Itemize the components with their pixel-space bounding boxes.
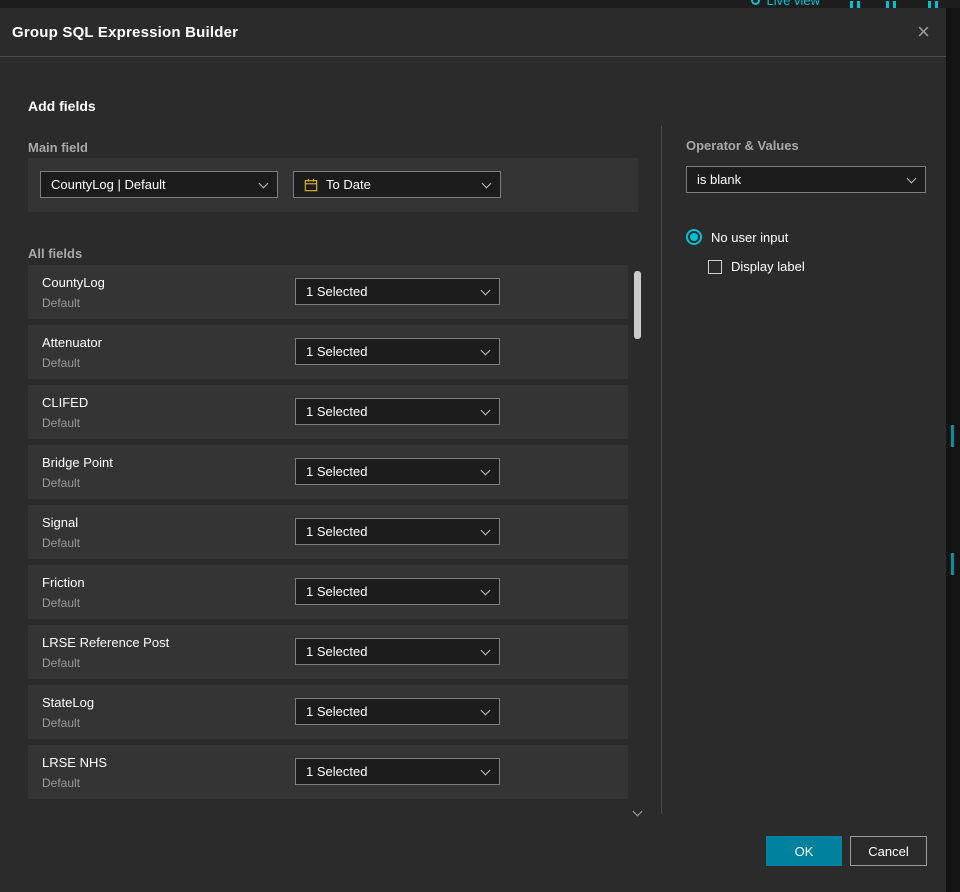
main-field-date-value: To Date — [326, 177, 371, 192]
chevron-down-icon — [480, 705, 491, 715]
radio-selected-icon[interactable] — [686, 229, 702, 245]
chevron-down-icon — [906, 173, 917, 183]
field-row: LRSE NHS Default 1 Selected — [28, 745, 628, 799]
field-row: Signal Default 1 Selected — [28, 505, 628, 559]
main-field-select-value: CountyLog | Default — [51, 177, 166, 192]
column-bars-icon[interactable] — [886, 1, 896, 8]
main-field-select[interactable]: CountyLog | Default — [40, 171, 278, 198]
all-fields-label: All fields — [28, 246, 83, 261]
fields-list-scrollbar[interactable] — [632, 265, 643, 817]
field-selected-value: 1 Selected — [306, 704, 368, 719]
field-row: Bridge Point Default 1 Selected — [28, 445, 628, 499]
field-selected-value: 1 Selected — [306, 284, 368, 299]
field-row: LRSE Reference Post Default 1 Selected — [28, 625, 628, 679]
chevron-down-icon — [258, 178, 269, 188]
scrollbar-thumb[interactable] — [634, 271, 641, 339]
dialog-header: Group SQL Expression Builder × — [0, 8, 946, 57]
field-row: CLIFED Default 1 Selected — [28, 385, 628, 439]
no-user-input-label: No user input — [711, 229, 789, 245]
accent-mark — [951, 425, 954, 447]
live-view-indicator[interactable]: Live view — [750, 0, 820, 8]
field-selected-value: 1 Selected — [306, 764, 368, 779]
no-user-input-option: No user input — [686, 229, 788, 245]
field-selected-value: 1 Selected — [306, 524, 368, 539]
field-selected-dropdown[interactable]: 1 Selected — [295, 638, 500, 665]
field-selected-value: 1 Selected — [306, 404, 368, 419]
chevron-down-icon — [480, 645, 491, 655]
live-view-label: Live view — [766, 0, 820, 8]
field-selected-dropdown[interactable]: 1 Selected — [295, 578, 500, 605]
field-selected-value: 1 Selected — [306, 344, 368, 359]
operator-select[interactable]: is blank — [686, 166, 926, 193]
field-selected-dropdown[interactable]: 1 Selected — [295, 758, 500, 785]
calendar-icon — [304, 178, 318, 192]
display-label-text: Display label — [731, 259, 805, 274]
field-selected-dropdown[interactable]: 1 Selected — [295, 698, 500, 725]
live-dot-icon — [750, 0, 760, 5]
all-fields-list: CountyLog Default 1 Selected Attenuator … — [28, 265, 628, 805]
chevron-down-icon — [480, 345, 491, 355]
chevron-down-icon — [480, 525, 491, 535]
ok-button[interactable]: OK — [766, 836, 842, 866]
main-field-date-select[interactable]: To Date — [293, 171, 501, 198]
field-selected-value: 1 Selected — [306, 584, 368, 599]
close-icon[interactable]: × — [917, 21, 930, 43]
main-field-panel: CountyLog | Default To Date — [28, 158, 638, 212]
dialog-title: Group SQL Expression Builder — [12, 23, 239, 41]
chevron-down-icon — [480, 585, 491, 595]
field-selected-value: 1 Selected — [306, 464, 368, 479]
field-selected-value: 1 Selected — [306, 644, 368, 659]
operator-values-label: Operator & Values — [686, 138, 799, 153]
display-label-option: Display label — [708, 259, 805, 274]
field-selected-dropdown[interactable]: 1 Selected — [295, 338, 500, 365]
field-row: Friction Default 1 Selected — [28, 565, 628, 619]
group-sql-expression-builder-dialog: Group SQL Expression Builder × Add field… — [0, 8, 946, 892]
accent-mark — [951, 553, 954, 575]
field-row: CountyLog Default 1 Selected — [28, 265, 628, 319]
add-fields-heading: Add fields — [28, 98, 96, 114]
field-selected-dropdown[interactable]: 1 Selected — [295, 278, 500, 305]
chevron-down-icon — [481, 178, 492, 188]
field-row: StateLog Default 1 Selected — [28, 685, 628, 739]
chevron-down-icon — [480, 285, 491, 295]
field-selected-dropdown[interactable]: 1 Selected — [295, 458, 500, 485]
pause-bars-icon[interactable] — [850, 1, 860, 8]
chevron-down-icon — [480, 405, 491, 415]
cancel-button[interactable]: Cancel — [850, 836, 927, 866]
app-top-strip: Live view — [0, 0, 960, 8]
operator-select-value: is blank — [697, 172, 742, 187]
display-label-checkbox[interactable] — [708, 259, 722, 274]
field-selected-dropdown[interactable]: 1 Selected — [295, 398, 500, 425]
field-row: Attenuator Default 1 Selected — [28, 325, 628, 379]
chevron-down-icon — [480, 465, 491, 475]
scrollbar-down-arrow-icon[interactable] — [632, 806, 643, 817]
main-field-label: Main field — [28, 140, 88, 155]
column-divider — [661, 126, 662, 814]
field-selected-dropdown[interactable]: 1 Selected — [295, 518, 500, 545]
column-bars-icon[interactable] — [928, 1, 938, 8]
app-right-strip — [946, 8, 960, 892]
chevron-down-icon — [480, 765, 491, 775]
